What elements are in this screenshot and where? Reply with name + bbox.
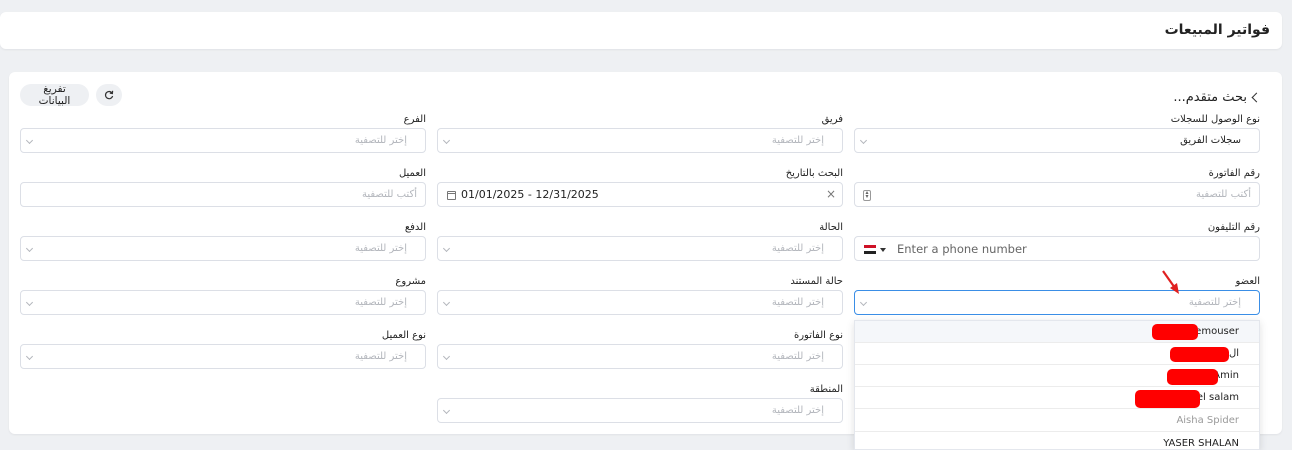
phone-label: رقم التليفون bbox=[1207, 222, 1260, 233]
chevron-down-icon bbox=[25, 352, 34, 361]
option-label: ال bbox=[1228, 348, 1239, 359]
payment-label: الدفع bbox=[404, 222, 426, 233]
status-placeholder: إختر للتصفية bbox=[771, 243, 824, 254]
date-range-picker[interactable]: × 01/01/2025 - 12/31/2025 bbox=[437, 182, 843, 207]
option-label: YASER SHALAN bbox=[1163, 438, 1239, 449]
invoice-number-input[interactable]: أكتب للتصفية ▴ ▾ bbox=[854, 182, 1260, 207]
team-select[interactable]: إختر للتصفية bbox=[437, 128, 843, 153]
member-label: العضو bbox=[1235, 276, 1261, 287]
chevron-down-icon bbox=[442, 244, 451, 253]
branch-label: الفرع bbox=[403, 114, 426, 125]
customer-input[interactable]: أكتب للتصفية bbox=[20, 182, 426, 207]
chevron-down-icon bbox=[859, 298, 868, 307]
document-status-label: حالة المستند bbox=[790, 276, 843, 287]
phone-placeholder: Enter a phone number bbox=[897, 242, 1027, 256]
region-label: المنطقة bbox=[809, 384, 843, 395]
invoice-number-label: رقم الفاتورة bbox=[1208, 168, 1260, 179]
team-placeholder: إختر للتصفية bbox=[771, 135, 824, 146]
chevron-down-icon bbox=[442, 136, 451, 145]
advanced-search-toggle[interactable]: بحث متقدم... bbox=[1173, 90, 1262, 105]
date-search-label: البحث بالتاريخ bbox=[785, 168, 843, 179]
member-dropdown: demouser ال Amin el salam Aisha Spider Y… bbox=[854, 320, 1260, 450]
invoice-type-placeholder: إختر للتصفية bbox=[771, 351, 824, 362]
annotation-arrow-icon bbox=[1162, 270, 1179, 294]
customer-type-label: نوع العميل bbox=[381, 330, 426, 341]
chevron-left-icon bbox=[1251, 92, 1262, 103]
team-label: فريق bbox=[821, 114, 843, 125]
status-select[interactable]: إختر للتصفية bbox=[437, 236, 843, 261]
dropdown-option[interactable]: ال bbox=[855, 343, 1259, 365]
phone-input[interactable]: Enter a phone number bbox=[854, 236, 1260, 261]
number-stepper-icon[interactable]: ▴ ▾ bbox=[863, 190, 871, 201]
invoice-type-select[interactable]: إختر للتصفية bbox=[437, 344, 843, 369]
region-placeholder: إختر للتصفية bbox=[771, 405, 824, 416]
payment-select[interactable]: إختر للتصفية bbox=[20, 236, 426, 261]
redaction-mark bbox=[1135, 390, 1200, 408]
chevron-down-icon bbox=[442, 298, 451, 307]
customer-type-placeholder: إختر للتصفية bbox=[354, 351, 407, 362]
invoice-number-placeholder: أكتب للتصفية bbox=[1195, 189, 1251, 200]
customer-type-select[interactable]: إختر للتصفية bbox=[20, 344, 426, 369]
redaction-mark bbox=[1167, 369, 1218, 385]
dropdown-option[interactable]: Amin bbox=[855, 365, 1259, 387]
option-label: Aisha Spider bbox=[1176, 415, 1239, 426]
page-title: فواتير المبيعات bbox=[1164, 22, 1270, 38]
project-select[interactable]: إختر للتصفية bbox=[20, 290, 426, 315]
chevron-down-icon bbox=[25, 136, 34, 145]
access-type-select[interactable]: سجلات الفريق bbox=[854, 128, 1260, 153]
access-type-value: سجلات الفريق bbox=[1180, 135, 1241, 146]
region-select[interactable]: إختر للتصفية bbox=[437, 398, 843, 423]
dropdown-option[interactable]: Aisha Spider bbox=[855, 410, 1259, 432]
member-select[interactable]: إختر للتصفية bbox=[854, 290, 1260, 315]
dropdown-option[interactable]: demouser bbox=[855, 321, 1259, 343]
customer-placeholder: أكتب للتصفية bbox=[361, 189, 417, 200]
chevron-down-icon bbox=[859, 136, 868, 145]
redaction-mark bbox=[1170, 347, 1229, 362]
chevron-down-icon bbox=[442, 352, 451, 361]
clear-icon[interactable]: × bbox=[826, 187, 836, 201]
document-status-placeholder: إختر للتصفية bbox=[771, 297, 824, 308]
clear-data-button[interactable]: تفريغ البيانات bbox=[20, 83, 89, 107]
chevron-down-icon bbox=[442, 406, 451, 415]
refresh-button[interactable] bbox=[96, 84, 122, 106]
project-placeholder: إختر للتصفية bbox=[354, 297, 407, 308]
access-type-label: نوع الوصول للسجلات bbox=[1170, 114, 1260, 125]
dropdown-option[interactable]: el salam bbox=[855, 387, 1259, 409]
branch-select[interactable]: إختر للتصفية bbox=[20, 128, 426, 153]
title-card: فواتير المبيعات bbox=[0, 12, 1282, 49]
invoice-type-label: نوع الفاتورة bbox=[793, 330, 843, 341]
calendar-icon bbox=[447, 191, 456, 200]
document-status-select[interactable]: إختر للتصفية bbox=[437, 290, 843, 315]
payment-placeholder: إختر للتصفية bbox=[354, 243, 407, 254]
project-label: مشروع bbox=[395, 276, 426, 287]
option-label: el salam bbox=[1196, 392, 1239, 403]
advanced-search-label: بحث متقدم... bbox=[1173, 90, 1247, 105]
refresh-icon bbox=[104, 90, 114, 100]
caret-down-icon[interactable] bbox=[880, 248, 886, 252]
customer-label: العميل bbox=[398, 168, 426, 179]
member-placeholder: إختر للتصفية bbox=[1188, 297, 1241, 308]
chevron-down-icon bbox=[25, 298, 34, 307]
egypt-flag-icon[interactable] bbox=[864, 245, 876, 254]
date-range-value: 01/01/2025 - 12/31/2025 bbox=[461, 188, 599, 201]
branch-placeholder: إختر للتصفية bbox=[354, 135, 407, 146]
redaction-mark bbox=[1152, 324, 1198, 340]
chevron-down-icon bbox=[25, 244, 34, 253]
status-label: الحالة bbox=[819, 222, 843, 233]
